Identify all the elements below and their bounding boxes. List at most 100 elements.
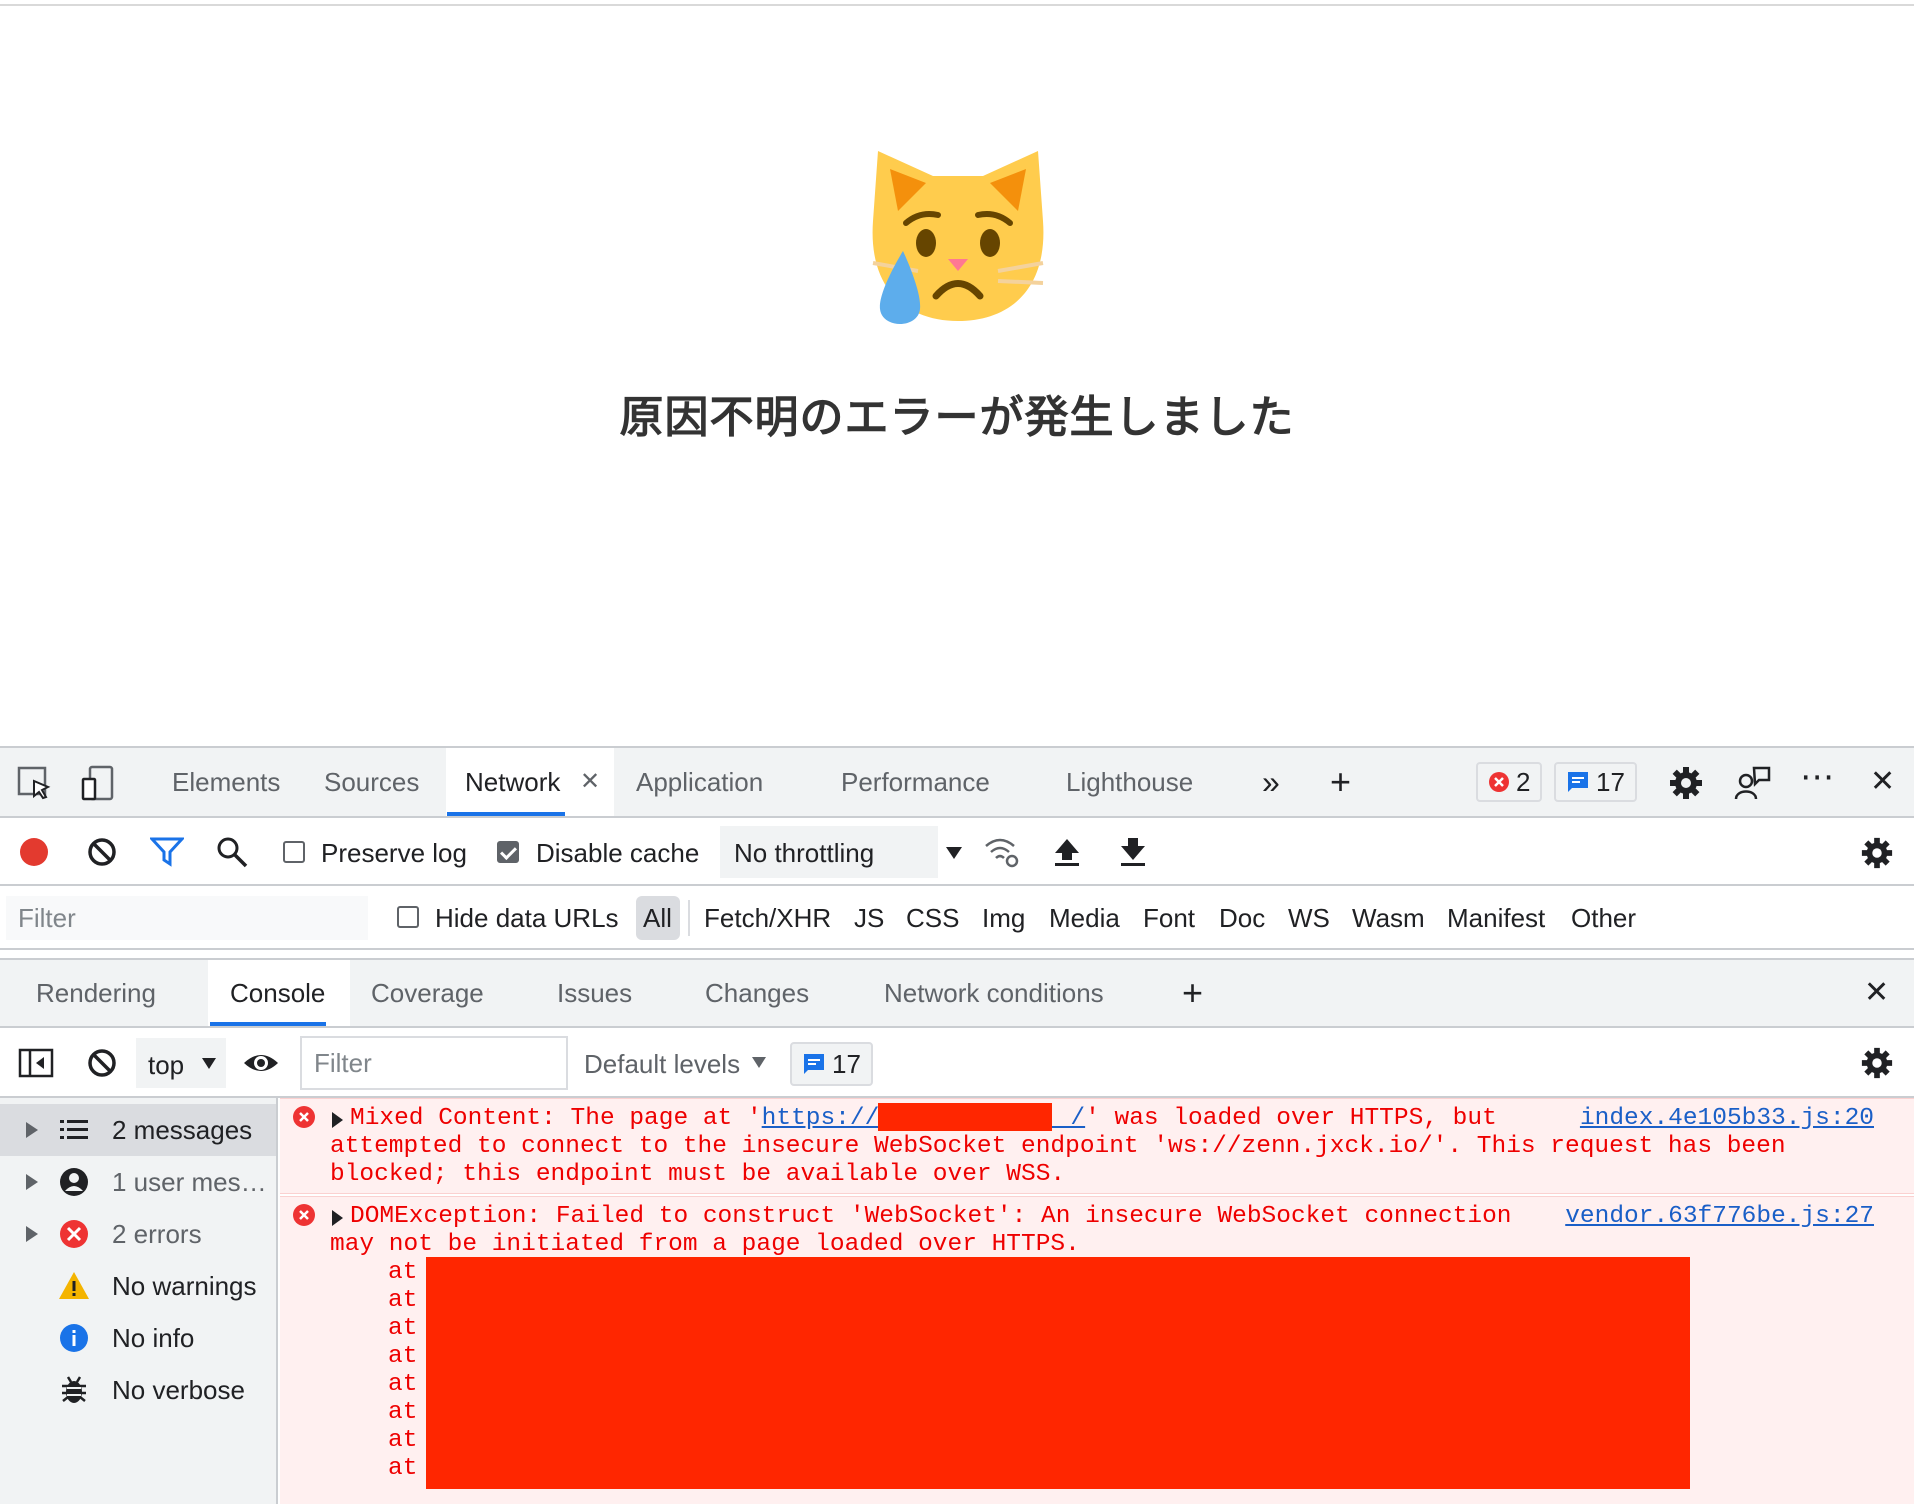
type-filter-font[interactable]: Font [1143, 903, 1195, 934]
type-filter-wasm[interactable]: Wasm [1352, 903, 1425, 934]
tab-performance[interactable]: Performance [841, 747, 990, 817]
message-text: ' was loaded over HTTPS, but [1085, 1105, 1497, 1132]
tab-console[interactable]: Console [230, 958, 325, 1028]
type-filter-all[interactable]: All [643, 903, 672, 934]
tab-elements[interactable]: Elements [172, 747, 280, 817]
hide-data-urls-checkbox[interactable] [397, 906, 419, 928]
expand-arrow-icon[interactable] [332, 1210, 343, 1226]
add-tab-icon[interactable]: + [1330, 747, 1351, 817]
type-filter-media[interactable]: Media [1049, 903, 1120, 934]
feedback-icon[interactable] [1734, 765, 1772, 803]
message-line: DOMException: Failed to construct 'WebSo… [350, 1203, 1512, 1230]
tab-application[interactable]: Application [636, 747, 763, 817]
list-icon [60, 1120, 88, 1139]
warning-icon [59, 1272, 89, 1299]
export-har-icon[interactable] [1118, 836, 1148, 868]
clear-console-icon[interactable] [86, 1047, 118, 1079]
console-error-message[interactable]: Mixed Content: The page at 'https:// /' … [280, 1098, 1914, 1194]
disable-cache-checkbox[interactable] [497, 841, 519, 863]
message-count-badge[interactable]: 17 [1554, 762, 1637, 802]
tab-lighthouse[interactable]: Lighthouse [1066, 747, 1193, 817]
clear-icon[interactable] [86, 836, 118, 868]
close-devtools-icon[interactable]: ✕ [1870, 747, 1895, 817]
console-message-count-badge[interactable]: 17 [790, 1042, 873, 1086]
sidebar-item-messages[interactable]: 2 messages [0, 1104, 276, 1156]
context-value: top [148, 1050, 185, 1080]
message-icon [1568, 772, 1588, 792]
sidebar-item-label: No info [112, 1322, 195, 1353]
tab-network[interactable]: Network [465, 747, 560, 817]
throttling-select[interactable]: No throttling [720, 826, 962, 878]
stack-frame: at [388, 1343, 418, 1370]
type-filter-doc[interactable]: Doc [1219, 903, 1265, 934]
device-toolbar-icon[interactable] [80, 765, 116, 801]
source-link[interactable]: vendor.63f776be.js:27 [1565, 1203, 1874, 1230]
sidebar-item-warnings[interactable]: No warnings [0, 1260, 276, 1312]
network-conditions-icon[interactable] [984, 836, 1020, 868]
sidebar-item-label: 2 messages [112, 1114, 253, 1145]
sidebar-toggle-icon[interactable] [18, 1047, 54, 1079]
network-filter-bar: Filter Hide data URLs All Fetch/XHR JS C… [0, 886, 1914, 950]
hide-data-urls-label: Hide data URLs [435, 903, 619, 933]
close-drawer-icon[interactable]: ✕ [1864, 958, 1889, 1028]
tab-coverage[interactable]: Coverage [371, 958, 484, 1028]
error-heading: 原因不明のエラーが発生しました [619, 392, 1295, 443]
type-filter-other[interactable]: Other [1571, 903, 1636, 934]
console-sidebar: 2 messages 1 user mes… 2 errors No warni… [0, 1098, 278, 1504]
sidebar-item-info[interactable]: No info [0, 1312, 276, 1364]
stack-frame: at [388, 1287, 418, 1314]
error-icon [293, 1204, 315, 1226]
message-count: 17 [1596, 766, 1625, 797]
user-icon [60, 1168, 88, 1196]
sidebar-item-verbose[interactable]: No verbose [0, 1364, 276, 1416]
context-select[interactable]: top [136, 1038, 226, 1088]
page-content: 原因不明のエラーが発生しました [0, 6, 1914, 746]
live-expression-eye-icon[interactable] [242, 1047, 280, 1079]
more-tabs-icon[interactable]: » [1262, 747, 1280, 817]
expand-arrow-icon[interactable] [332, 1112, 343, 1128]
type-filter-img[interactable]: Img [982, 903, 1025, 934]
type-filter-fetch-xhr[interactable]: Fetch/XHR [704, 903, 831, 934]
network-filter-input[interactable]: Filter [6, 896, 368, 940]
console-settings-icon[interactable] [1860, 1046, 1894, 1080]
filter-icon[interactable] [150, 836, 184, 868]
log-levels-select[interactable]: Default levels [584, 1049, 740, 1080]
console-filter-input[interactable]: Filter [300, 1036, 568, 1090]
type-filter-ws[interactable]: WS [1288, 903, 1330, 934]
stack-frame: at [388, 1371, 418, 1398]
sidebar-item-errors[interactable]: 2 errors [0, 1208, 276, 1260]
close-network-tab-icon[interactable]: ✕ [580, 747, 600, 817]
stack-frame: at [388, 1455, 418, 1482]
stack-frame: at [388, 1259, 418, 1286]
console-message-count: 17 [832, 1048, 861, 1079]
preserve-log-checkbox[interactable] [283, 841, 305, 863]
chevron-down-icon [202, 1058, 216, 1069]
active-drawer-tab-indicator [210, 1022, 326, 1026]
throttling-value: No throttling [734, 838, 875, 868]
search-icon[interactable] [216, 836, 248, 868]
type-filter-manifest[interactable]: Manifest [1447, 903, 1545, 934]
import-har-icon[interactable] [1052, 836, 1082, 868]
tab-network-conditions[interactable]: Network conditions [884, 958, 1104, 1028]
inspect-element-icon[interactable] [16, 765, 52, 801]
message-line: may not be initiated from a page loaded … [330, 1231, 1080, 1258]
network-settings-icon[interactable] [1860, 836, 1894, 870]
disable-cache-label: Disable cache [536, 838, 700, 868]
divider [688, 900, 690, 936]
console-error-message[interactable]: DOMException: Failed to construct 'WebSo… [280, 1196, 1914, 1504]
type-filter-js[interactable]: JS [854, 903, 884, 934]
add-drawer-tab-icon[interactable]: + [1182, 958, 1203, 1028]
more-options-icon[interactable]: ⋯ [1800, 742, 1834, 812]
tab-issues[interactable]: Issues [557, 958, 632, 1028]
type-filter-css[interactable]: CSS [906, 903, 959, 934]
devtools-panel: Elements Sources Network ✕ Application P… [0, 746, 1914, 1504]
tab-changes[interactable]: Changes [705, 958, 809, 1028]
bug-icon [62, 1376, 86, 1403]
sidebar-item-user-messages[interactable]: 1 user mes… [0, 1156, 276, 1208]
tab-rendering[interactable]: Rendering [36, 958, 156, 1028]
tab-sources[interactable]: Sources [324, 747, 419, 817]
record-icon[interactable] [18, 836, 50, 868]
settings-gear-icon[interactable] [1668, 765, 1704, 801]
source-link[interactable]: index.4e105b33.js:20 [1580, 1105, 1874, 1132]
error-count-badge[interactable]: 2 [1476, 762, 1543, 802]
